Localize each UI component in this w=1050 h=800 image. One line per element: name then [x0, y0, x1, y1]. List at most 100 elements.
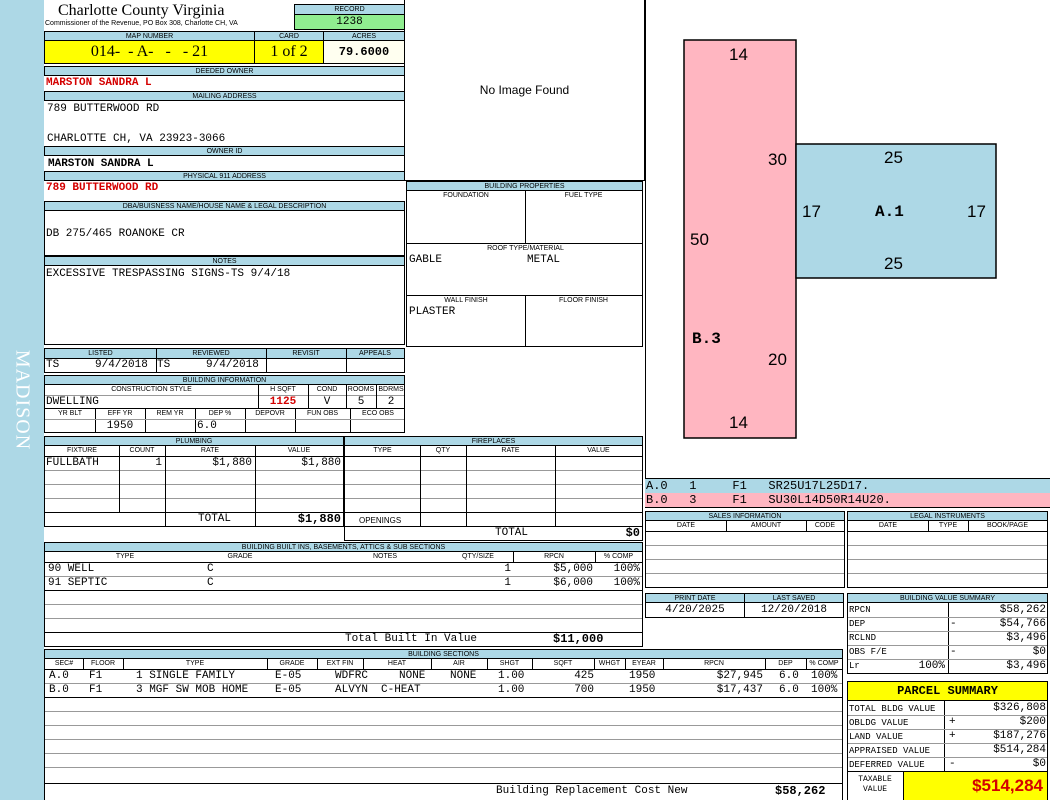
- notes-box: EXCESSIVE TRESPASSING SIGNS-TS 9/4/18: [44, 265, 405, 345]
- section-sec: B.0: [49, 684, 69, 696]
- legal-instruments-box: DATE TYPE BOOK/PAGE: [847, 520, 1048, 588]
- record-number: 1238: [294, 15, 405, 30]
- deeded-owner-label: DEEDED OWNER: [44, 66, 405, 76]
- sketch-dim-b-right-lower: 20: [768, 350, 787, 369]
- sections-header-shgt: SHGT: [499, 660, 520, 667]
- hsqft-label: H SQFT: [270, 386, 296, 393]
- section-floor: F1: [89, 684, 103, 696]
- builtins-header-comp: % COMP: [603, 553, 634, 560]
- effyr-label: EFF YR: [107, 410, 133, 417]
- plumbing-header-value: VALUE: [287, 447, 311, 454]
- legal-description-box: DB 275/465 ROANOKE CR: [44, 210, 405, 256]
- print-date-box: 4/20/2025: [645, 602, 745, 618]
- sketch-dim-b-top: 14: [729, 45, 748, 64]
- mailing-address-line1: 789 BUTTERWOOD RD: [47, 103, 160, 115]
- dep-label: DEP %: [208, 410, 232, 417]
- parcel-summary-box: TOTAL BLDG VALUE $326,808 OBLDG VALUE + …: [847, 700, 1048, 772]
- sketch-dim-a-top: 25: [884, 148, 903, 167]
- plumbing-rate: $1,880: [212, 457, 252, 469]
- plumbing-fixture: FULLBATH: [46, 457, 99, 469]
- photo-placeholder: No Image Found: [479, 83, 570, 97]
- fireplace-total-label: TOTAL: [495, 527, 529, 539]
- legal-description: DB 275/465 ROANOKE CR: [46, 228, 185, 240]
- sections-header-air: AIR: [453, 660, 465, 667]
- ps-value: $514,284: [993, 744, 1046, 756]
- vs-label: RPCN: [849, 605, 871, 615]
- ps-value: $0: [1032, 758, 1046, 770]
- plumbing-total-label: TOTAL: [198, 513, 232, 525]
- ps-value: $326,808: [993, 702, 1046, 714]
- vs-label: OBS F/E: [849, 647, 887, 657]
- physical-address: 789 BUTTERWOOD RD: [46, 182, 159, 194]
- section-extfin: WDFRC: [335, 670, 369, 682]
- sections-header-type: TYPE: [185, 660, 205, 667]
- listed-label: LISTED: [88, 350, 113, 357]
- sketch-legend-b-text: B.0 3 F1 SU30L14D50R14U20.: [646, 493, 891, 507]
- owner-id: MARSTON SANDRA L: [48, 158, 154, 170]
- sections-header-eyear: EYEAR: [632, 660, 656, 667]
- builtins-total-label: Total Built In Value: [345, 633, 478, 645]
- builtin-grade: C: [207, 563, 214, 575]
- ps-value: $187,276: [993, 730, 1046, 742]
- vs-value: $3,496: [1006, 660, 1046, 672]
- section-rpcn: $17,437: [716, 684, 763, 696]
- fireplace-openings-label: OPENINGS: [359, 516, 402, 525]
- section-air: NONE: [450, 670, 477, 682]
- section-dep: 6.0: [779, 684, 799, 696]
- map-number: 014- - A- - - 21: [44, 40, 255, 64]
- sections-header-heat: HEAT: [387, 660, 407, 667]
- section-dep: 6.0: [779, 670, 799, 682]
- notes-text: EXCESSIVE TRESPASSING SIGNS-TS 9/4/18: [46, 268, 291, 280]
- rooms-label: ROOMS: [347, 386, 375, 393]
- listed-by: TS: [46, 359, 60, 371]
- fireplace-total: $0: [625, 526, 640, 540]
- section-grade: E-05: [275, 670, 302, 682]
- sketch-dim-b-right-upper: 30: [768, 150, 787, 169]
- section-sqft: 425: [574, 670, 594, 682]
- sketch-label-a: A.1: [875, 203, 904, 221]
- section-eyear: 1950: [629, 670, 656, 682]
- builtin-comp: 100%: [613, 577, 640, 589]
- vs-value: $0: [1032, 646, 1046, 658]
- effyr: 1950: [106, 420, 134, 432]
- fireplaces-box: TYPE QTY RATE VALUE OPENINGS TOTAL $0: [344, 445, 643, 541]
- section-shgt: 1.00: [498, 670, 525, 682]
- fireplace-header-value: VALUE: [587, 447, 610, 454]
- remyr-label: REM YR: [156, 410, 184, 417]
- sketch-dim-a-right: 17: [967, 202, 986, 221]
- sketch-label-b: B.3: [692, 330, 721, 348]
- sidebar: MADISON: [0, 0, 44, 800]
- deeded-owner: MARSTON SANDRA L: [46, 77, 152, 89]
- taxable-label: TAXABLE VALUE: [858, 775, 892, 794]
- sketch-legend-a-text: A.0 1 F1 SR25U17L25D17.: [646, 479, 870, 493]
- builtins-header-qty: QTY/SIZE: [462, 553, 494, 560]
- section-comp: 100%: [811, 684, 838, 696]
- builtins-header-grade: GRADE: [227, 553, 253, 560]
- vs-label: RCLND: [849, 633, 877, 643]
- section-grade: E-05: [275, 684, 302, 696]
- sections-header-whgt: WHGT: [598, 660, 621, 667]
- last-saved-box: 12/20/2018: [744, 602, 844, 618]
- building-properties-box: FOUNDATION FUEL TYPE ROOF TYPE/MATERIAL …: [406, 190, 643, 347]
- builtins-header-type: TYPE: [115, 553, 135, 560]
- vs-value: $58,262: [999, 604, 1046, 616]
- funobs-label: FUN OBS: [306, 410, 339, 417]
- cond-label: COND: [316, 386, 338, 393]
- record-label: RECORD: [294, 4, 405, 15]
- sketch-legend-b: B.0 3 F1 SU30L14D50R14U20.: [645, 493, 1050, 508]
- building-info-box: CONSTRUCTION STYLE H SQFT COND ROOMS BDR…: [44, 384, 405, 433]
- ps-label: APPRAISED VALUE: [849, 746, 931, 756]
- section-floor: F1: [89, 670, 103, 682]
- vs-value: $3,496: [1006, 632, 1046, 644]
- sections-header-sqft: SQFT: [553, 660, 573, 667]
- bdrms-label: BDRMS: [378, 386, 404, 393]
- sections-total: $58,262: [775, 784, 826, 798]
- revisit-label: REVISIT: [292, 350, 320, 357]
- legal-header-date: DATE: [878, 522, 898, 529]
- sketch-area: 14 14 50 30 20 B.3 25 25 17 17 A.1: [645, 0, 1050, 478]
- sections-header-floor: FLOOR: [90, 660, 116, 667]
- fireplace-header-type: TYPE: [373, 447, 392, 454]
- sales-header-amount: AMOUNT: [750, 522, 782, 529]
- wall-finish: PLASTER: [409, 306, 456, 318]
- sections-header-rpcn: RPCN: [704, 660, 724, 667]
